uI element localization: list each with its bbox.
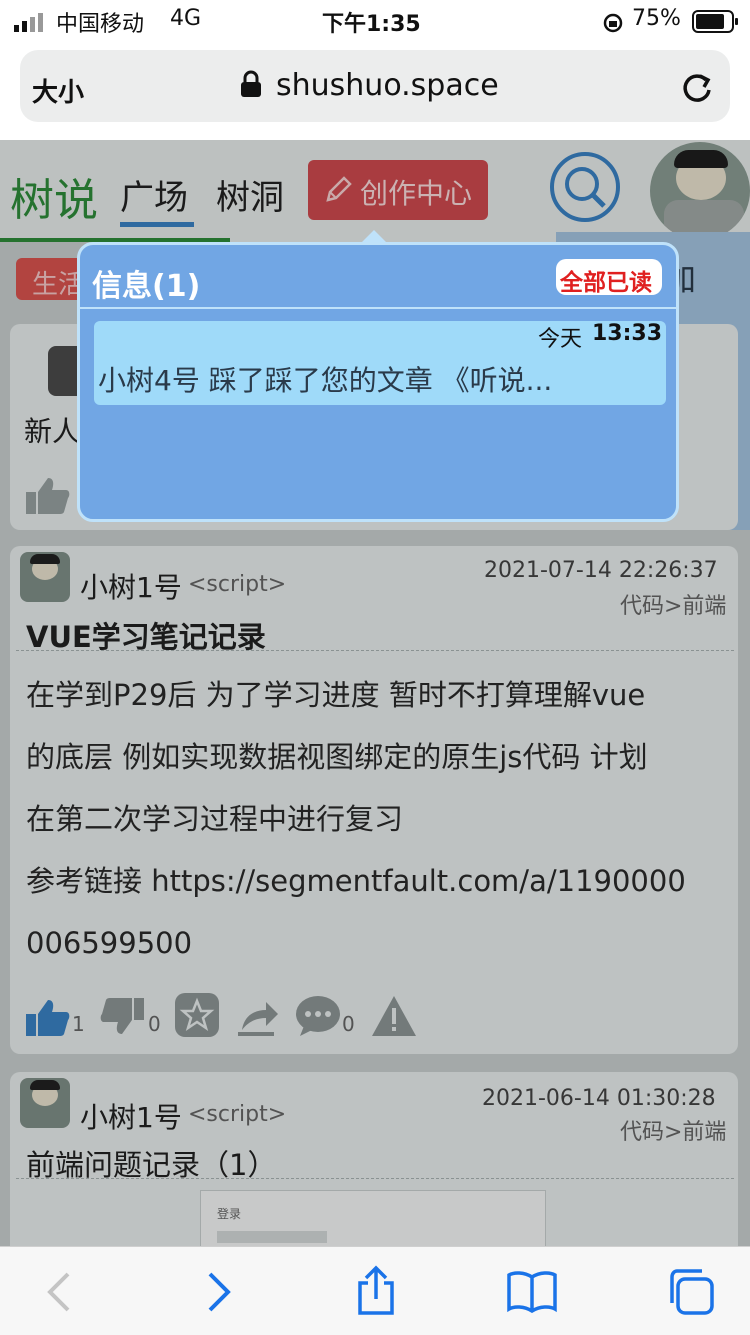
forward-icon[interactable]: [204, 1271, 234, 1313]
messages-popup: 信息(1) 全部已读 今天 13:33 小树4号 踩了踩了您的文章 《听说...: [77, 242, 679, 522]
browser-chrome: 大小 shushuo.space: [0, 44, 750, 140]
message-time: 13:33: [592, 321, 663, 346]
popup-title: 信息(1): [92, 269, 201, 304]
signal-icon: [14, 13, 43, 32]
network-label: 4G: [170, 6, 202, 31]
mark-all-read-button[interactable]: 全部已读: [556, 259, 662, 296]
lock-icon: [241, 70, 261, 97]
address-bar[interactable]: 大小 shushuo.space: [20, 50, 730, 122]
popup-divider: [80, 307, 676, 309]
clock: 下午1:35: [322, 12, 421, 37]
orientation-lock-icon: [603, 13, 623, 33]
back-icon[interactable]: [44, 1271, 74, 1313]
status-bar: 中国移动 4G 下午1:35 75%: [0, 0, 750, 44]
message-time-label: 今天: [538, 327, 583, 352]
tabs-icon[interactable]: [666, 1267, 716, 1317]
battery-percent: 75%: [632, 6, 681, 31]
url-domain[interactable]: shushuo.space: [276, 68, 499, 103]
text-size-button[interactable]: 大小: [32, 72, 84, 109]
reload-icon[interactable]: [680, 70, 714, 104]
battery-icon: [692, 10, 738, 33]
message-text: 小树4号 踩了踩了您的文章 《听说...: [98, 364, 553, 397]
book-icon[interactable]: [506, 1269, 558, 1313]
message-item[interactable]: 今天 13:33 小树4号 踩了踩了您的文章 《听说...: [94, 321, 666, 405]
browser-toolbar: [0, 1246, 750, 1335]
carrier-label: 中国移动: [56, 12, 145, 37]
share-sheet-icon[interactable]: [354, 1265, 398, 1317]
